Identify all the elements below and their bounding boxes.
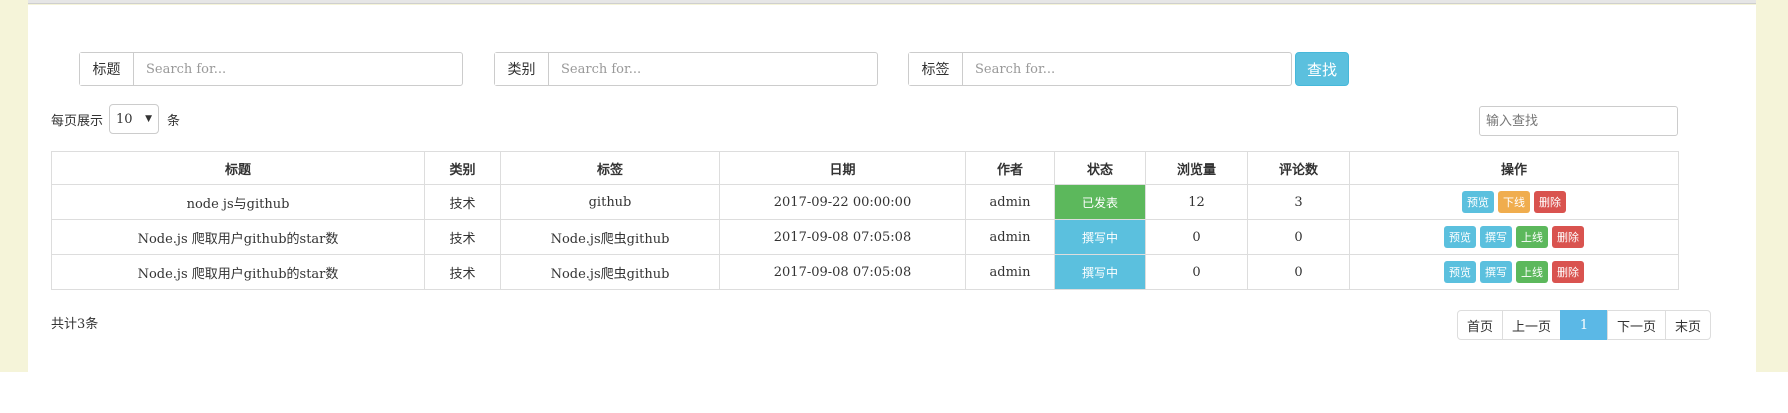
delete-button[interactable]: 删除 [1552, 226, 1584, 248]
articles-table: 标题 类别 标签 日期 作者 状态 浏览量 评论数 操作 node js与git… [51, 151, 1679, 290]
title-search-label: 标题 [80, 53, 134, 85]
cell-date: 2017-09-08 07:05:08 [719, 254, 966, 290]
header-actions: 操作 [1349, 151, 1679, 185]
delete-button[interactable]: 删除 [1552, 261, 1584, 283]
cell-views: 0 [1145, 219, 1248, 255]
cell-date: 2017-09-22 00:00:00 [719, 184, 966, 220]
next-page-button[interactable]: 下一页 [1607, 310, 1667, 340]
cell-title: Node.js 爬取用户github的star数 [51, 254, 425, 290]
prev-page-button[interactable]: 上一页 [1502, 310, 1562, 340]
cell-tag: Node.js爬虫github [500, 219, 720, 255]
title-search-input[interactable] [134, 53, 462, 85]
bottom-area [0, 372, 1788, 413]
cell-tag: Node.js爬虫github [500, 254, 720, 290]
tag-search-group: 标签 [908, 52, 1292, 86]
header-comments: 评论数 [1247, 151, 1350, 185]
page-size-prefix: 每页展示 [51, 113, 104, 129]
cell-actions: 预览 下线 删除 [1349, 184, 1679, 220]
table-row: node js与github 技术 github 2017-09-22 00:0… [51, 184, 1679, 220]
delete-button[interactable]: 删除 [1534, 191, 1566, 213]
cell-comments: 3 [1247, 184, 1350, 220]
edit-button[interactable]: 撰写 [1480, 261, 1512, 283]
page-1-button[interactable]: 1 [1560, 310, 1609, 340]
page-size-value: 10 [116, 111, 133, 127]
status-badge: 已发表 [1055, 185, 1145, 219]
cell-status: 撰写中 [1054, 219, 1146, 255]
cell-views: 12 [1145, 184, 1248, 220]
top-border [28, 0, 1756, 4]
total-count: 共计3条 [51, 317, 99, 332]
preview-button[interactable]: 预览 [1444, 261, 1476, 283]
publish-button[interactable]: 上线 [1516, 261, 1548, 283]
first-page-button[interactable]: 首页 [1457, 310, 1504, 340]
caret-down-icon: ▼ [145, 114, 153, 124]
offline-button[interactable]: 下线 [1498, 191, 1530, 213]
table-row: Node.js 爬取用户github的star数 技术 Node.js爬虫git… [51, 219, 1679, 255]
cell-author: admin [965, 219, 1055, 255]
cell-status: 已发表 [1054, 184, 1146, 220]
cell-comments: 0 [1247, 219, 1350, 255]
category-search-input[interactable] [549, 53, 877, 85]
cell-category: 技术 [424, 254, 501, 290]
preview-button[interactable]: 预览 [1444, 226, 1476, 248]
page-size-select[interactable]: 10 ▼ [109, 104, 160, 134]
category-search-group: 类别 [494, 52, 878, 86]
page-size-suffix: 条 [167, 113, 181, 129]
edit-button[interactable]: 撰写 [1480, 226, 1512, 248]
cell-actions: 预览 撰写 上线 删除 [1349, 219, 1679, 255]
table-row: Node.js 爬取用户github的star数 技术 Node.js爬虫git… [51, 254, 1679, 290]
cell-actions: 预览 撰写 上线 删除 [1349, 254, 1679, 290]
header-tag: 标签 [500, 151, 720, 185]
status-badge: 撰写中 [1055, 255, 1145, 289]
pagination: 首页 上一页 1 下一页 末页 [1457, 310, 1712, 340]
page-size-control: 每页展示 10 ▼ 条 [51, 104, 180, 134]
header-views: 浏览量 [1145, 151, 1248, 185]
cell-author: admin [965, 184, 1055, 220]
cell-status: 撰写中 [1054, 254, 1146, 290]
header-author: 作者 [965, 151, 1055, 185]
cell-category: 技术 [424, 219, 501, 255]
tag-search-label: 标签 [909, 53, 963, 85]
table-header-row: 标题 类别 标签 日期 作者 状态 浏览量 评论数 操作 [51, 151, 1679, 185]
cell-comments: 0 [1247, 254, 1350, 290]
title-search-group: 标题 [79, 52, 463, 86]
cell-title: node js与github [51, 184, 425, 220]
tag-search-input[interactable] [963, 53, 1291, 85]
header-status: 状态 [1054, 151, 1146, 185]
preview-button[interactable]: 预览 [1462, 191, 1494, 213]
cell-title: Node.js 爬取用户github的star数 [51, 219, 425, 255]
header-date: 日期 [719, 151, 966, 185]
category-search-label: 类别 [495, 53, 549, 85]
status-badge: 撰写中 [1055, 220, 1145, 254]
publish-button[interactable]: 上线 [1516, 226, 1548, 248]
search-button[interactable]: 查找 [1295, 52, 1349, 86]
last-page-button[interactable]: 末页 [1665, 310, 1712, 340]
cell-author: admin [965, 254, 1055, 290]
cell-date: 2017-09-08 07:05:08 [719, 219, 966, 255]
cell-views: 0 [1145, 254, 1248, 290]
header-category: 类别 [424, 151, 501, 185]
header-title: 标题 [51, 151, 425, 185]
cell-category: 技术 [424, 184, 501, 220]
cell-tag: github [500, 184, 720, 220]
table-filter-input[interactable] [1479, 106, 1678, 136]
